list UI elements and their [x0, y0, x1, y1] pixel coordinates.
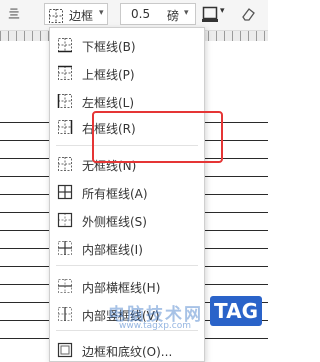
menu-item-bottom-border[interactable]: 下框线(B) [50, 33, 204, 57]
menu-item-outside-borders[interactable]: 外侧框线(S) [50, 208, 204, 232]
menu-item-left-border[interactable]: 左框线(L) [50, 89, 204, 113]
border-grid-icon [49, 8, 63, 27]
chevron-down-icon: ▾ [184, 8, 189, 18]
menu-item-all-borders[interactable]: 所有框线(A) [50, 180, 204, 204]
eraser-icon[interactable] [240, 6, 256, 26]
border-weight-unit: 磅 [167, 9, 180, 23]
menu-separator [56, 265, 198, 266]
menu-item-label: 上框线(P) [82, 68, 135, 82]
menu-item-top-border[interactable]: 上框线(P) [50, 61, 204, 85]
border-outside-icon [57, 212, 73, 232]
chevron-down-icon[interactable]: ▾ [220, 6, 225, 16]
border-right-icon [57, 119, 73, 139]
text-direction-icon[interactable]: 亖 [8, 5, 20, 22]
border-none-icon [57, 156, 73, 176]
menu-item-label: 左框线(L) [82, 96, 135, 110]
border-inside-vertical-icon [57, 306, 73, 326]
border-weight-select[interactable]: 0.5 磅 ▾ [120, 3, 196, 25]
highlight-box [92, 111, 223, 163]
menu-item-label: 外侧框线(S) [82, 215, 147, 229]
border-inside-icon [57, 240, 73, 260]
menu-item-label: 边框和底纹(O)... [82, 345, 173, 359]
border-top-icon [57, 65, 73, 85]
watermark-url: www.tagxp.com [119, 321, 191, 331]
border-left-icon [57, 93, 73, 113]
border-shading-icon [57, 342, 73, 362]
border-bottom-icon [57, 37, 73, 57]
menu-item-label: 下框线(B) [82, 40, 136, 54]
menu-item-label: 内部框线(I) [82, 243, 143, 257]
border-inside-horizontal-icon [57, 278, 73, 298]
menu-item-borders-and-shading[interactable]: 边框和底纹(O)... [50, 338, 204, 362]
menu-item-label: 所有框线(A) [82, 187, 148, 201]
watermark-logo: TAG [210, 296, 262, 326]
border-all-icon [57, 184, 73, 204]
border-color-icon[interactable] [202, 6, 218, 26]
menu-item-inside-horizontal[interactable]: 内部横框线(H) [50, 274, 204, 298]
border-weight-value: 0.5 [131, 7, 151, 21]
border-dropdown[interactable]: 边框 ▾ [44, 3, 108, 25]
menu-item-inside-borders[interactable]: 内部框线(I) [50, 236, 204, 260]
border-dropdown-label: 边框 [69, 9, 94, 23]
menu-item-label: 内部横框线(H) [82, 281, 161, 295]
chevron-down-icon: ▾ [99, 8, 104, 18]
